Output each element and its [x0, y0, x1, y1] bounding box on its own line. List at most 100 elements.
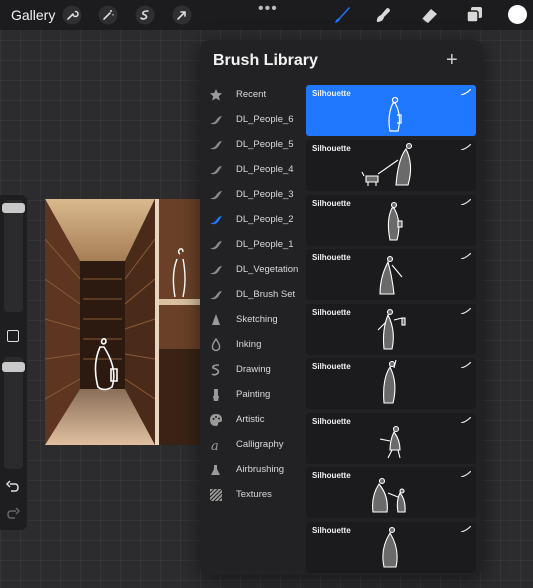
brush-set-label: Sketching: [236, 314, 278, 325]
magic-wand-icon[interactable]: [98, 5, 118, 25]
selection-icon[interactable]: [135, 5, 155, 25]
library-corridor-image: [45, 199, 205, 445]
brush-set-label: DL_People_3: [236, 189, 294, 200]
modify-button[interactable]: [7, 330, 19, 342]
brush-set-label: DL_People_4: [236, 164, 294, 175]
brush-stroke-icon: [461, 253, 471, 259]
ink-drop-icon: [209, 338, 223, 352]
brush-icon[interactable]: [331, 4, 353, 26]
brush-stroke-icon: [209, 238, 223, 252]
top-toolbar: Gallery •••: [0, 0, 533, 30]
brush-size-knob[interactable]: [2, 203, 25, 213]
brush-name: Silhouette: [312, 526, 351, 535]
panel-title: Brush Library: [213, 52, 318, 69]
brush-item[interactable]: Silhouette: [306, 522, 476, 573]
brush-item[interactable]: Silhouette: [306, 195, 476, 246]
brush-size-slider[interactable]: [2, 200, 25, 312]
brush-set-label: Textures: [236, 489, 272, 500]
brush-item-selected[interactable]: Silhouette: [306, 85, 476, 136]
brush-name: Silhouette: [312, 89, 351, 98]
brush-set-dl-people-4[interactable]: DL_People_4: [200, 158, 306, 183]
brush-name: Silhouette: [312, 417, 351, 426]
brush-name: Silhouette: [312, 199, 351, 208]
brush-set-dl-vegetation[interactable]: DL_Vegetation: [200, 258, 306, 283]
wrench-icon[interactable]: [62, 5, 82, 25]
brush-set-dl-people-5[interactable]: DL_People_5: [200, 133, 306, 158]
color-picker-button[interactable]: [508, 5, 527, 24]
add-brush-set-button[interactable]: +: [446, 49, 458, 72]
brush-set-label: Artistic: [236, 414, 265, 425]
brush-set-label: DL_People_1: [236, 239, 294, 250]
paintbrush-icon: [209, 388, 223, 402]
brush-stroke-icon: [209, 113, 223, 127]
brush-library-panel: Brush Library + Recent DL_People_6 DL_Pe…: [200, 40, 483, 575]
brush-set-artistic[interactable]: Artistic: [200, 408, 306, 433]
brush-item[interactable]: Silhouette: [306, 140, 476, 191]
brush-set-dl-people-2[interactable]: DL_People_2: [200, 208, 306, 233]
brush-stroke-icon: [461, 526, 471, 532]
brush-stroke-icon: [461, 417, 471, 423]
more-options-button[interactable]: •••: [258, 0, 278, 18]
brush-stroke-icon: [209, 288, 223, 302]
brush-name: Silhouette: [312, 362, 351, 371]
brush-set-drawing[interactable]: Drawing: [200, 358, 306, 383]
brush-item[interactable]: Silhouette: [306, 304, 476, 355]
brush-set-label: Inking: [236, 339, 262, 350]
brush-name: Silhouette: [312, 144, 351, 153]
brush-stroke-icon: [461, 308, 471, 314]
brush-stroke-icon: [209, 138, 223, 152]
transform-arrow-icon[interactable]: [172, 5, 192, 25]
brush-item[interactable]: Silhouette: [306, 249, 476, 300]
brush-set-label: DL_Brush Set: [236, 289, 296, 300]
brush-stroke-icon: [461, 471, 471, 477]
brush-set-inking[interactable]: Inking: [200, 333, 306, 358]
brush-item[interactable]: Silhouette: [306, 413, 476, 464]
brush-set-calligraphy[interactable]: a Calligraphy: [200, 433, 306, 458]
brush-stroke-icon: [209, 163, 223, 177]
brush-stroke-icon: [461, 89, 471, 95]
undo-icon[interactable]: [5, 479, 21, 495]
brush-set-airbrushing[interactable]: Airbrushing: [200, 458, 306, 483]
eraser-icon[interactable]: [418, 4, 440, 26]
brush-set-label: Calligraphy: [236, 439, 284, 450]
brush-set-textures[interactable]: Textures: [200, 483, 306, 508]
brush-name: Silhouette: [312, 253, 351, 262]
brush-set-label: Airbrushing: [236, 464, 285, 475]
brush-stroke-icon: [461, 144, 471, 150]
brush-set-label: DL_People_5: [236, 139, 294, 150]
brush-stroke-icon: [461, 362, 471, 368]
pencil-tip-icon: [209, 313, 223, 327]
brush-set-label: Recent: [236, 89, 267, 100]
brush-stroke-icon: [209, 188, 223, 202]
squiggle-icon: [209, 363, 223, 377]
opacity-slider[interactable]: [2, 357, 25, 469]
brush-set-dl-brush-set[interactable]: DL_Brush Set: [200, 283, 306, 308]
brush-set-recent[interactable]: Recent: [200, 83, 306, 108]
layers-icon[interactable]: [463, 4, 485, 26]
texture-icon: [209, 488, 223, 502]
brush-set-label: DL_People_6: [236, 114, 294, 125]
brush-set-sketching[interactable]: Sketching: [200, 308, 306, 333]
brush-set-label: DL_People_2: [236, 214, 294, 225]
calligraphy-icon: a: [209, 438, 223, 452]
left-sidebar: [0, 195, 27, 530]
brush-item[interactable]: Silhouette: [306, 467, 476, 518]
brush-set-label: Drawing: [236, 364, 271, 375]
palette-icon: [209, 413, 223, 427]
brush-set-dl-people-1[interactable]: DL_People_1: [200, 233, 306, 258]
brush-set-dl-people-3[interactable]: DL_People_3: [200, 183, 306, 208]
brush-item[interactable]: Silhouette: [306, 358, 476, 409]
brush-name: Silhouette: [312, 471, 351, 480]
redo-icon[interactable]: [5, 506, 21, 522]
star-icon: [209, 88, 223, 102]
opacity-knob[interactable]: [2, 362, 25, 372]
canvas-artwork[interactable]: [45, 199, 205, 445]
brush-set-label: DL_Vegetation: [236, 264, 299, 275]
gallery-button[interactable]: Gallery: [11, 7, 55, 23]
brush-set-painting[interactable]: Painting: [200, 383, 306, 408]
brush-stroke-icon: [461, 199, 471, 205]
smudge-icon[interactable]: [372, 4, 394, 26]
brush-name: Silhouette: [312, 308, 351, 317]
brush-set-dl-people-6[interactable]: DL_People_6: [200, 108, 306, 133]
airbrush-icon: [209, 463, 223, 477]
